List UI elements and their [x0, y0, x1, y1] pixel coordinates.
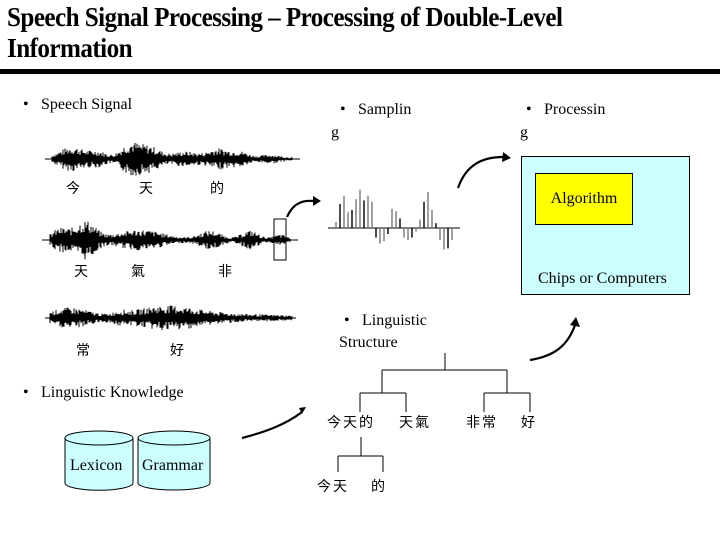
algorithm-label: Algorithm — [550, 190, 618, 207]
waveform-2 — [49, 221, 291, 260]
chips-or-computers-label: Chips or Computers — [538, 270, 667, 287]
arrow-tree-to-processing — [529, 324, 577, 362]
arrowhead-icon — [313, 196, 321, 206]
tree-node: 今天的 — [327, 415, 375, 431]
waveform-label: 非 — [218, 264, 232, 280]
tree-node: 非常 — [466, 415, 498, 431]
waveform-label: 天 — [139, 181, 153, 197]
arrowhead-icon — [570, 317, 580, 327]
waveform-label: 常 — [76, 343, 90, 359]
waveform-label: 今 — [66, 181, 80, 197]
arrow-samples-to-processing — [456, 155, 504, 189]
arrow-knowledge-to-tree — [241, 411, 303, 440]
lexicon-label: Lexicon — [70, 457, 123, 474]
waveform-label: 的 — [210, 181, 224, 197]
arrow-window-to-samples — [285, 199, 314, 218]
waveform-label: 氣 — [131, 264, 145, 280]
arrowhead-icon — [502, 152, 511, 162]
algorithm-box: Algorithm — [535, 173, 633, 225]
grammar-label: Grammar — [142, 457, 204, 474]
tree-node: 的 — [371, 479, 385, 495]
tree-node: 今天 — [317, 479, 349, 495]
waveform-label: 好 — [170, 343, 184, 359]
tree-node: 好 — [521, 415, 535, 431]
tree-node: 天氣 — [399, 415, 431, 431]
waveform-label: 天 — [74, 264, 88, 280]
